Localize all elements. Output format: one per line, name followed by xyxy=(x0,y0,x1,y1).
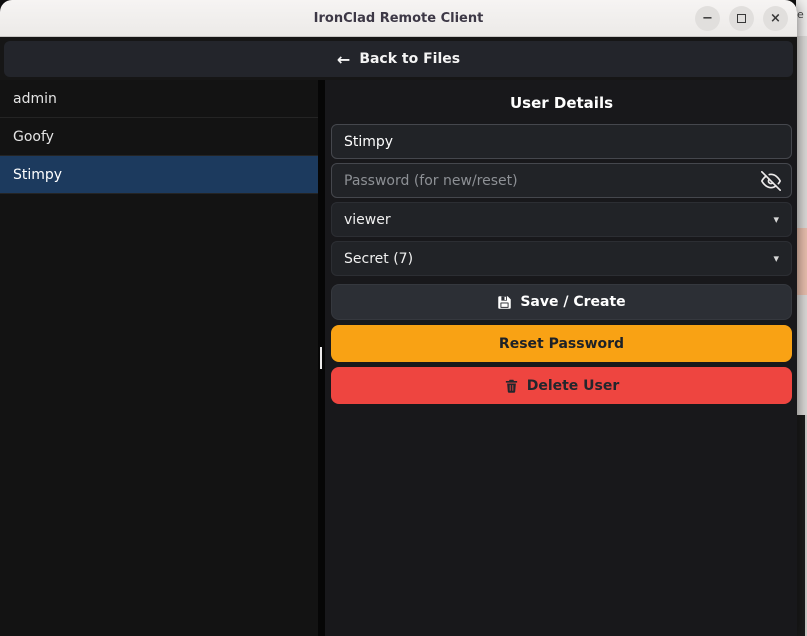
maximize-button[interactable] xyxy=(729,6,754,31)
save-create-button[interactable]: Save / Create xyxy=(331,284,792,320)
close-icon: × xyxy=(770,11,781,26)
background-window-body xyxy=(796,36,807,228)
background-window-dark-area xyxy=(796,415,807,636)
back-to-files-button[interactable]: ← Back to Files xyxy=(4,41,793,77)
eye-off-icon xyxy=(761,171,781,191)
secret-select[interactable]: Secret (7) ▾ xyxy=(331,241,792,276)
user-details-panel: User Details viewer ▾ Secret xyxy=(325,80,797,636)
panel-title: User Details xyxy=(331,94,792,112)
save-button-label: Save / Create xyxy=(520,294,625,310)
reset-button-label: Reset Password xyxy=(499,336,624,352)
close-button[interactable]: × xyxy=(763,6,788,31)
user-name-label: Goofy xyxy=(13,129,54,145)
role-select-value: viewer xyxy=(344,212,391,228)
username-input[interactable] xyxy=(331,124,792,159)
user-list-item-goofy[interactable]: Goofy xyxy=(0,118,318,156)
back-arrow-icon: ← xyxy=(337,50,350,69)
password-input[interactable] xyxy=(331,163,792,198)
window-controls: − × xyxy=(695,6,788,31)
chevron-down-icon: ▾ xyxy=(773,252,779,265)
save-icon xyxy=(497,295,512,310)
back-button-label: Back to Files xyxy=(359,51,460,67)
background-window-salmon-block xyxy=(796,228,807,295)
window-title: IronClad Remote Client xyxy=(314,11,484,26)
user-list-item-stimpy[interactable]: Stimpy xyxy=(0,156,318,194)
user-list: admin Goofy Stimpy xyxy=(0,80,318,636)
chevron-down-icon: ▾ xyxy=(773,213,779,226)
background-window-partial-text: e xyxy=(797,8,804,21)
background-window-body-lower xyxy=(796,295,807,415)
secret-select-value: Secret (7) xyxy=(344,251,413,267)
titlebar[interactable]: IronClad Remote Client − × xyxy=(0,0,797,37)
app-window: IronClad Remote Client − × ← Back to Fil… xyxy=(0,0,797,636)
user-list-item-admin[interactable]: admin xyxy=(0,80,318,118)
background-window-titlebar: e xyxy=(796,0,807,36)
trash-icon xyxy=(504,378,519,394)
delete-user-button[interactable]: Delete User xyxy=(331,367,792,404)
maximize-icon xyxy=(737,14,746,23)
user-name-label: admin xyxy=(13,91,57,107)
text-cursor-ibeam xyxy=(320,347,322,369)
minimize-button[interactable]: − xyxy=(695,6,720,31)
user-name-label: Stimpy xyxy=(13,167,62,183)
background-window: e xyxy=(796,0,807,636)
reset-password-button[interactable]: Reset Password xyxy=(331,325,792,362)
minimize-icon: − xyxy=(702,11,713,26)
role-select[interactable]: viewer ▾ xyxy=(331,202,792,237)
password-visibility-toggle[interactable] xyxy=(761,171,781,191)
main-split: admin Goofy Stimpy User Details xyxy=(0,80,797,636)
delete-button-label: Delete User xyxy=(527,378,620,394)
password-field-wrap xyxy=(331,163,792,198)
